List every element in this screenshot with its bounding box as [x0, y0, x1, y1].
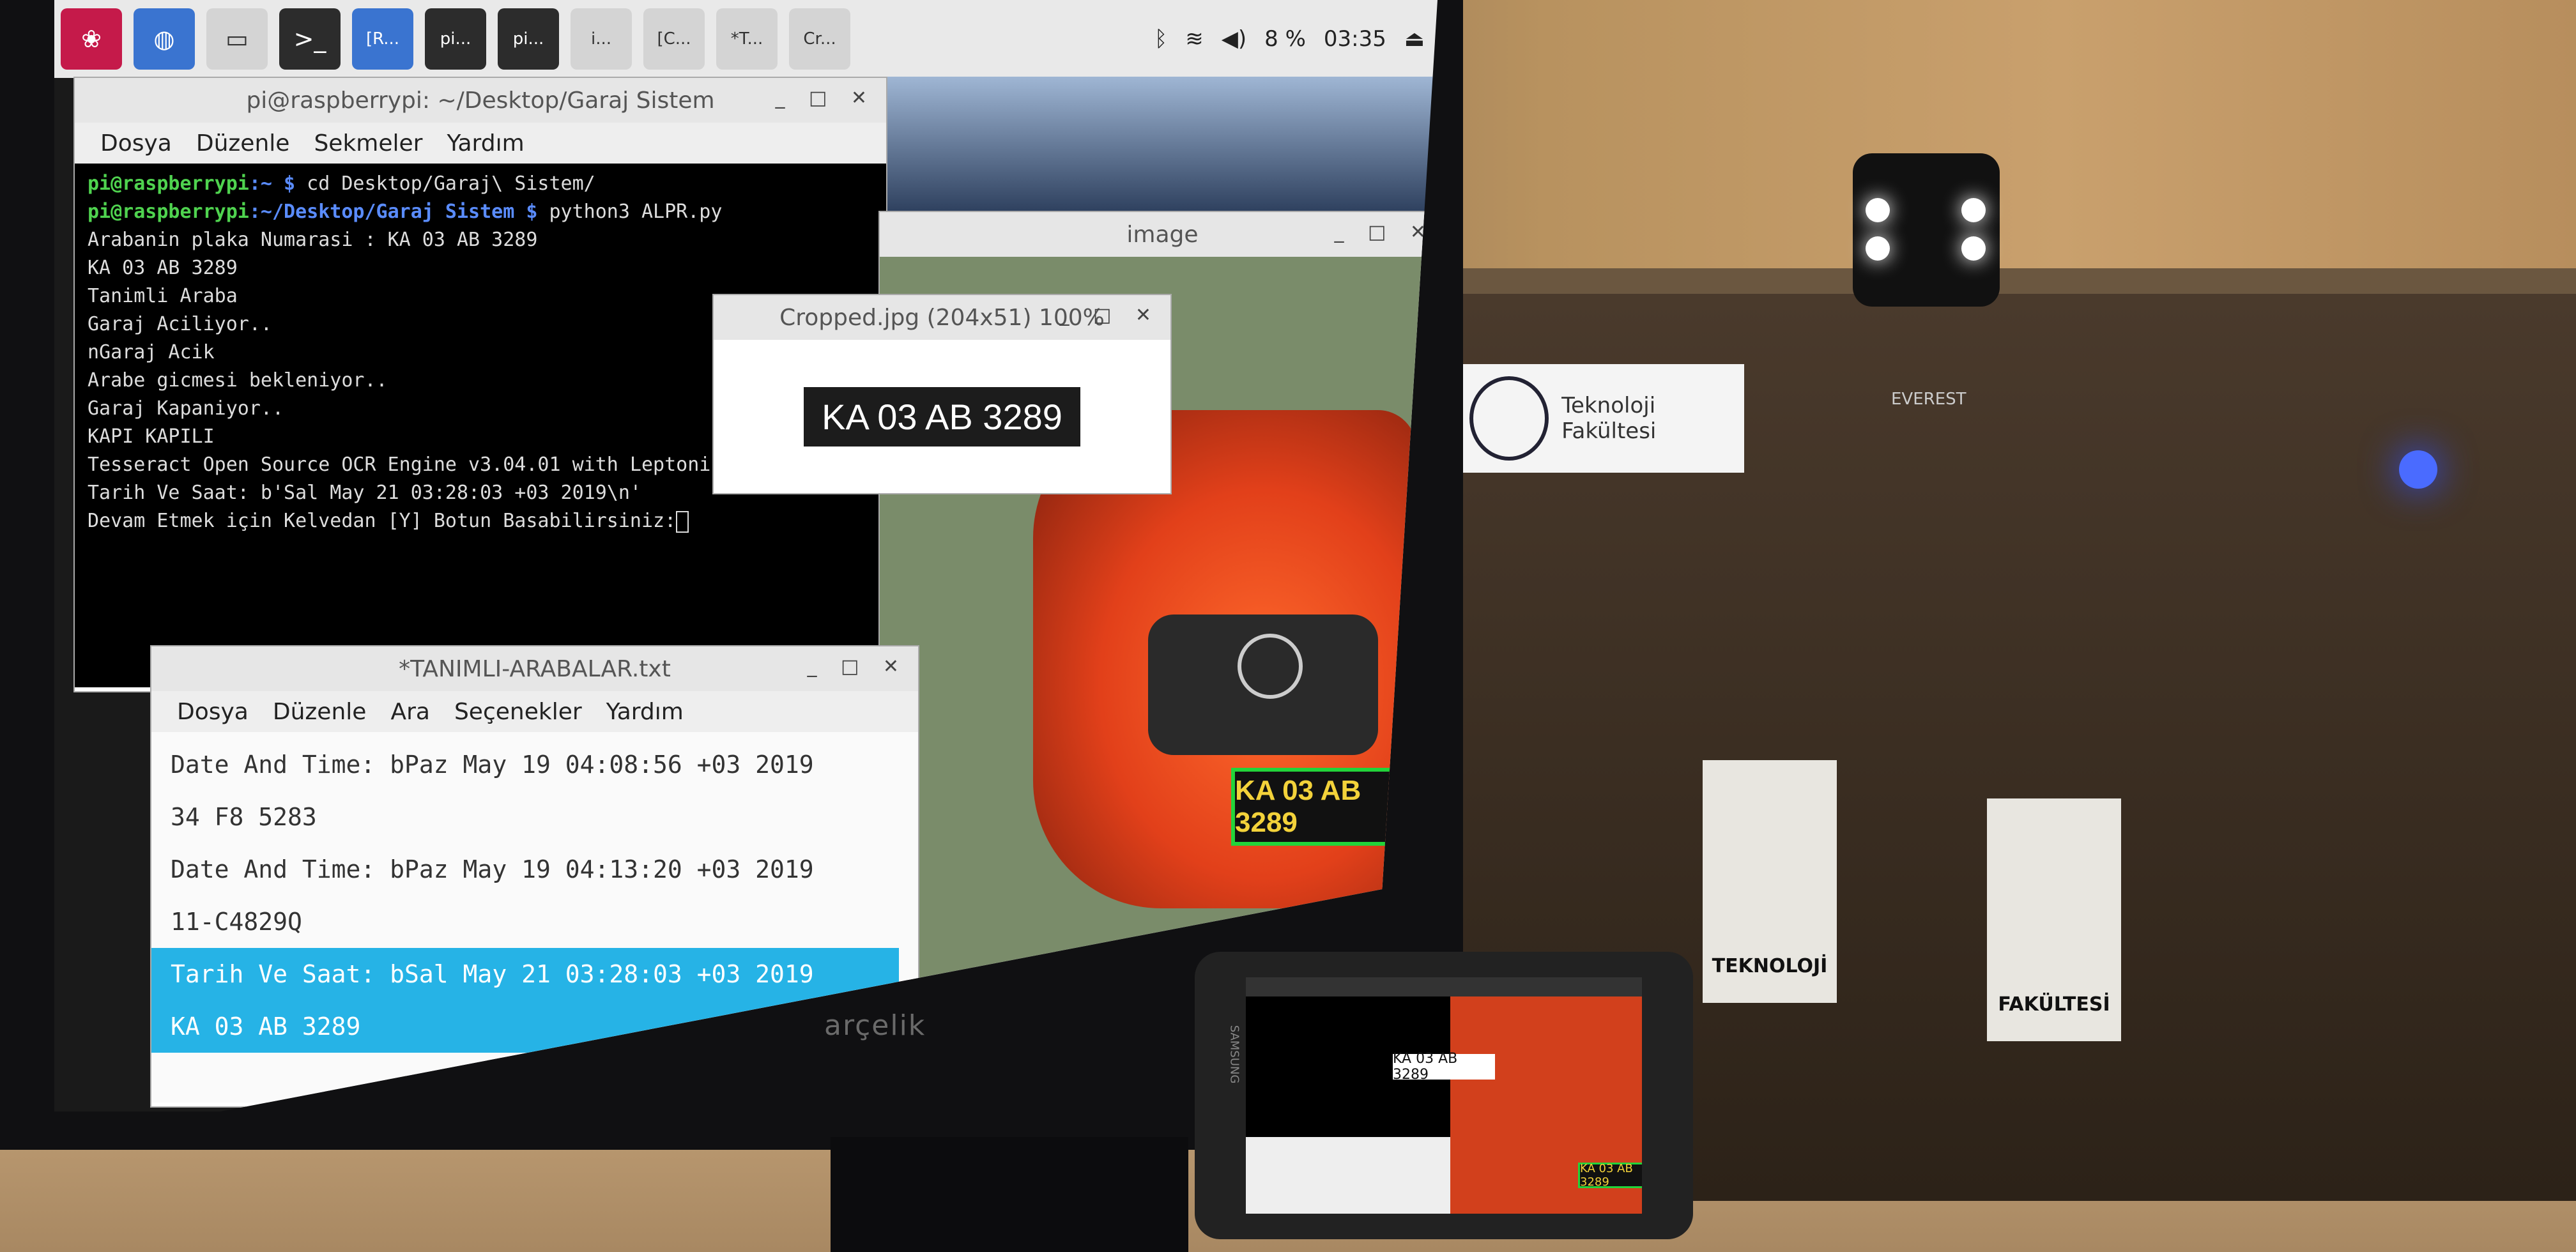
blue-status-led — [2399, 450, 2437, 489]
terminal-task-label: pi... — [512, 29, 544, 49]
monitor-brand: arçelik — [824, 1009, 926, 1042]
sticker-right: FAKÜLTESİ — [1987, 798, 2121, 1041]
prompt-path: :~ $ — [249, 172, 296, 195]
menu-yardim[interactable]: Yardım — [606, 699, 684, 725]
camera-brand: EVEREST — [1891, 390, 1966, 409]
command: python3 ALPR.py — [537, 201, 723, 223]
editor-titlebar[interactable]: *TANIMLI-ARABALAR.txt _ □ ✕ — [151, 646, 918, 691]
camera-led-icon — [1866, 198, 1890, 222]
terminal-task-1[interactable]: pi... — [425, 8, 486, 70]
prompt-user: pi@raspberrypi — [88, 172, 249, 195]
camera-led-icon — [1866, 236, 1890, 261]
menu-dosya[interactable]: Dosya — [100, 130, 172, 156]
window-controls[interactable]: _ □ ✕ — [1059, 304, 1160, 326]
phone-brand: SAMSUNG — [1227, 1025, 1241, 1084]
university-seal-icon — [1469, 376, 1549, 461]
webcam — [1853, 153, 2000, 307]
cropped-plate: KA 03 AB 3289 — [804, 386, 1080, 447]
system-tray: ᛒ ≋ ◀) 8 % 03:35 ⏏ — [1154, 26, 1438, 52]
terminal-menubar: Dosya Düzenle Sekmeler Yardım — [75, 123, 886, 164]
folder-icon[interactable]: ▭ — [206, 8, 268, 70]
prompt-text: Devam Etmek için Kelvedan [Y] Botun Basa… — [88, 510, 677, 532]
terminal-task-label: pi... — [440, 29, 471, 49]
camera-led-icon — [1961, 236, 1986, 261]
cropped-title: Cropped.jpg (204x51) 100% — [779, 304, 1105, 331]
chromium-task[interactable]: [R... — [352, 8, 413, 70]
editor-line: Date And Time: bPaz May 19 04:13:20 +03 … — [171, 855, 814, 883]
volume-icon[interactable]: ◀) — [1222, 26, 1246, 52]
raspberry-icon[interactable]: ❀ — [61, 8, 122, 70]
image-viewer-task-label: Cr... — [803, 29, 836, 49]
phone: SAMSUNG KA 03 AB 3289 KA 03 AB 3289 — [1195, 952, 1693, 1239]
taskbar: ❀ ◍ ▭ >_ [R... pi... pi... i... [C... *T… — [54, 0, 1438, 78]
bluetooth-icon[interactable]: ᛒ — [1154, 26, 1167, 52]
cropped-task[interactable]: [C... — [643, 8, 705, 70]
terminal-titlebar[interactable]: pi@raspberrypi: ~/Desktop/Garaj Sistem _… — [75, 78, 886, 123]
terminal-icon[interactable]: >_ — [279, 8, 341, 70]
image-viewer-task[interactable]: Cr... — [789, 8, 850, 70]
cropped-task-label: [C... — [657, 29, 691, 49]
cursor — [676, 510, 689, 533]
camera-led-icon — [1961, 198, 1986, 222]
wifi-icon[interactable]: ≋ — [1185, 26, 1204, 52]
image-task[interactable]: i... — [571, 8, 632, 70]
editor-selected-line: Tarih Ve Saat: bSal May 21 03:28:03 +03 … — [151, 948, 899, 1000]
window-controls[interactable]: _ □ ✕ — [1334, 221, 1435, 243]
menu-yardim[interactable]: Yardım — [447, 130, 524, 156]
detected-plate: KA 03 AB 3289 — [1231, 768, 1399, 846]
prompt-user: pi@raspberrypi — [88, 201, 249, 223]
output-line: Devam Etmek için Kelvedan [Y] Botun Basa… — [88, 507, 873, 535]
eject-icon[interactable]: ⏏ — [1404, 26, 1425, 52]
faculty-label-text: Teknoloji Fakültesi — [1561, 393, 1657, 444]
phone-detected-plate: KA 03 AB 3289 — [1578, 1162, 1642, 1189]
cropped-window: Cropped.jpg (204x51) 100% _ □ ✕ KA 03 AB… — [712, 294, 1172, 494]
editor-line: 34 F8 5283 — [171, 803, 317, 831]
globe-icon[interactable]: ◍ — [134, 8, 195, 70]
chromium-task-label: [R... — [365, 29, 400, 49]
editor-line: Date And Time: bPaz May 19 04:08:56 +03 … — [171, 751, 814, 779]
menu-ara[interactable]: Ara — [390, 699, 430, 725]
command: cd Desktop/Garaj\ Sistem/ — [295, 172, 595, 195]
mercedes-logo-icon — [1238, 634, 1303, 699]
image-titlebar[interactable]: image _ □ ✕ — [880, 212, 1438, 257]
terminal-line: pi@raspberrypi:~ $ cd Desktop/Garaj\ Sis… — [88, 170, 873, 198]
prompt-path: :~/Desktop/Garaj Sistem $ — [249, 201, 538, 223]
menu-secenekler[interactable]: Seçenekler — [454, 699, 582, 725]
cropped-titlebar[interactable]: Cropped.jpg (204x51) 100% _ □ ✕ — [714, 295, 1170, 340]
phone-screen-mirror: KA 03 AB 3289 KA 03 AB 3289 — [1246, 977, 1642, 1214]
menu-duzenle[interactable]: Düzenle — [273, 699, 367, 725]
desktop-wallpaper — [878, 77, 1438, 217]
output-line: Arabanin plaka Numarasi : KA 03 AB 3289 — [88, 229, 538, 251]
phone-cropped-plate: KA 03 AB 3289 — [1393, 1051, 1495, 1083]
phone-editor — [1246, 1137, 1450, 1214]
image-task-label: i... — [590, 29, 612, 49]
menu-sekmeler[interactable]: Sekmeler — [314, 130, 422, 156]
cpu-usage: 8 % — [1264, 26, 1306, 52]
window-controls[interactable]: _ □ ✕ — [807, 655, 908, 678]
sticker-left: TEKNOLOJİ — [1703, 760, 1837, 1003]
window-controls[interactable]: _ □ ✕ — [775, 87, 876, 109]
editor-task-label: *T... — [730, 29, 763, 49]
terminal-line: pi@raspberrypi:~/Desktop/Garaj Sistem $ … — [88, 198, 873, 226]
clock: 03:35 — [1323, 26, 1386, 52]
editor-task[interactable]: *T... — [716, 8, 778, 70]
editor-menubar: Dosya Düzenle Ara Seçenekler Yardım — [151, 691, 918, 732]
menu-duzenle[interactable]: Düzenle — [196, 130, 290, 156]
terminal-title: pi@raspberrypi: ~/Desktop/Garaj Sistem — [246, 87, 715, 114]
editor-title: *TANIMLI-ARABALAR.txt — [399, 655, 671, 682]
image-title: image — [1126, 221, 1199, 248]
faculty-label: Teknoloji Fakültesi — [1457, 364, 1744, 473]
output-line: KA 03 AB 3289 — [88, 257, 238, 279]
terminal-task-2[interactable]: pi... — [498, 8, 559, 70]
menu-dosya[interactable]: Dosya — [177, 699, 249, 725]
monitor-stand — [831, 1137, 1188, 1252]
cropped-body: KA 03 AB 3289 — [714, 340, 1170, 493]
editor-line: 11-C4829Q — [171, 908, 302, 936]
